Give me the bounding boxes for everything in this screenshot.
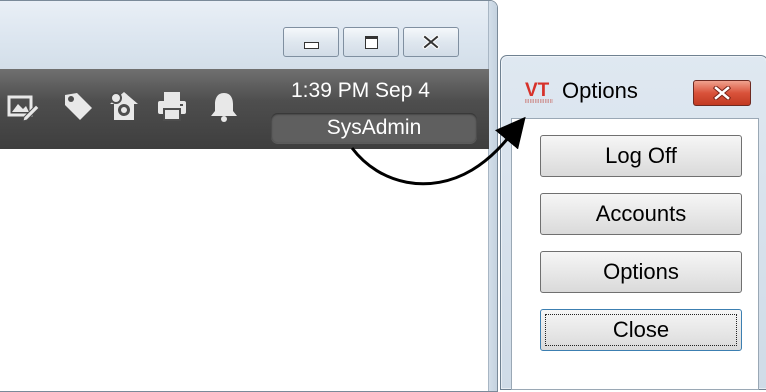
maximize-icon <box>364 35 378 49</box>
dialog-close-button[interactable] <box>693 80 751 106</box>
bell-icon[interactable] <box>207 89 241 123</box>
close-button[interactable]: Close <box>540 309 742 351</box>
window-close-button[interactable] <box>403 27 459 57</box>
accounts-button[interactable]: Accounts <box>540 193 742 235</box>
svg-text:VT: VT <box>525 80 550 101</box>
close-icon <box>422 35 440 49</box>
toolbar: 1:39 PM Sep 4 SysAdmin <box>0 69 489 149</box>
dialog-title-bar[interactable]: VT Options <box>524 76 638 106</box>
main-window: 1:39 PM Sep 4 SysAdmin <box>0 0 498 392</box>
image-edit-icon[interactable] <box>5 89 39 123</box>
window-controls <box>283 27 459 57</box>
options-dialog: VT Options Log Off Accounts Options Clos… <box>500 55 766 390</box>
minimize-button[interactable] <box>283 27 339 57</box>
dialog-title: Options <box>562 78 638 103</box>
options-button[interactable]: Options <box>540 251 742 293</box>
log-off-button[interactable]: Log Off <box>540 135 742 177</box>
window-frame-right <box>488 1 497 391</box>
dialog-content: Log Off Accounts Options Close <box>511 118 759 390</box>
printer-icon[interactable] <box>155 89 189 123</box>
maximize-button[interactable] <box>343 27 399 57</box>
tag-icon[interactable] <box>61 89 95 123</box>
close-icon <box>713 86 731 100</box>
clock-date-text: 1:39 PM Sep 4 <box>291 79 430 102</box>
close-button-label: Close <box>612 317 670 342</box>
user-account-button[interactable]: SysAdmin <box>271 113 477 143</box>
minimize-icon <box>303 41 319 49</box>
home-settings-icon[interactable] <box>107 89 141 123</box>
vt-logo-icon: VT <box>525 80 553 103</box>
